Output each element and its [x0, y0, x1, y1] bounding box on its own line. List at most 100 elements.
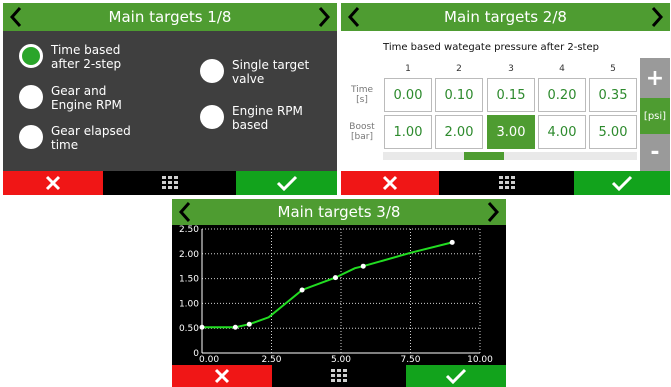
menu-button[interactable] — [272, 365, 406, 387]
column-header: 5 — [610, 64, 616, 74]
table-cell[interactable]: 0.15 — [487, 78, 535, 112]
radio-option-label-line: Single target — [232, 58, 310, 72]
menu-button[interactable] — [439, 171, 574, 195]
radio-unselected-icon — [19, 125, 43, 149]
radio-option-label-line: Engine RPM — [51, 98, 122, 112]
cancel-button[interactable] — [172, 365, 272, 387]
plus-icon: + — [645, 65, 665, 91]
title-bar: Main targets 3/8 — [172, 199, 506, 225]
row-header-line: Time — [350, 85, 374, 95]
x-tick-label: 2.50 — [261, 355, 281, 365]
data-point — [360, 263, 366, 269]
next-page-button[interactable] — [646, 3, 668, 31]
check-icon — [445, 368, 467, 384]
cancel-button[interactable] — [341, 171, 439, 195]
table-cell[interactable]: 4.00 — [538, 115, 586, 149]
horizontal-scrollbar[interactable] — [383, 152, 637, 160]
page-title: Main targets 3/8 — [277, 203, 401, 221]
table-cell[interactable]: 1.00 — [384, 115, 432, 149]
chevron-left-icon — [347, 7, 360, 27]
y-tick-label: 1.50 — [179, 275, 199, 285]
confirm-button[interactable] — [406, 365, 506, 387]
confirm-button[interactable] — [236, 171, 337, 195]
table-cell[interactable]: 5.00 — [589, 115, 637, 149]
screen-main-targets-1: Main targets 1/8 Time based after 2-step G… — [3, 3, 337, 195]
page-title: Main targets 2/8 — [444, 8, 567, 26]
row-header: Boost [bar] — [345, 122, 379, 142]
boost-target-line-chart: 00.501.001.502.002.500.00 2.50 5.00 7.50 10.… — [179, 225, 493, 365]
grid-icon — [498, 176, 515, 189]
decrease-button[interactable]: - — [640, 134, 670, 171]
grid-icon — [331, 369, 347, 382]
column-header: 4 — [559, 64, 565, 74]
scrollbar-thumb[interactable] — [464, 152, 504, 160]
radio-option[interactable]: Single target valve — [200, 58, 309, 86]
radio-unselected-icon — [200, 59, 224, 83]
column-header: 2 — [456, 64, 462, 74]
chevron-right-icon — [487, 202, 500, 222]
radio-option[interactable]: Gear elapsed time — [19, 124, 131, 152]
radio-option-label: Single target valve — [232, 58, 309, 86]
column-header: 1 — [405, 64, 411, 74]
table-cell-selected[interactable]: 3.00 — [487, 115, 535, 149]
radio-option-label-line: after 2-step — [51, 57, 122, 71]
screen-main-targets-3: Main targets 3/8 0 0.50 1.00 1.50 2.00 2.50 0.… — [172, 199, 506, 387]
data-point — [246, 321, 252, 327]
menu-button[interactable] — [103, 171, 236, 195]
radio-option-label-line: based — [232, 118, 269, 132]
y-tick-label: 2.50 — [179, 225, 199, 235]
increase-button[interactable]: + — [640, 58, 670, 98]
chart-area: 0 0.50 1.00 1.50 2.00 2.50 0.00 2.50 5.00 7.50 10.… — [172, 225, 506, 365]
table-cell[interactable]: 0.35 — [589, 78, 637, 112]
prev-page-button[interactable] — [174, 199, 196, 225]
chevron-left-icon — [9, 7, 22, 27]
next-page-button[interactable] — [482, 199, 504, 225]
radio-selected-icon — [19, 44, 43, 68]
chevron-right-icon — [318, 7, 331, 27]
x-tick-label: 10.00 — [467, 355, 493, 365]
footer-bar — [3, 171, 337, 195]
data-point — [199, 324, 205, 330]
footer-bar — [172, 365, 506, 387]
column-header: 3 — [508, 64, 514, 74]
radio-option-label-line: time — [51, 138, 79, 152]
table-title: Time based wategate pressure after 2-ste… — [383, 42, 599, 53]
radio-option[interactable]: Gear and Engine RPM — [19, 84, 122, 112]
grid-icon — [161, 176, 178, 189]
prev-page-button[interactable] — [5, 3, 27, 31]
row-header-line: [s] — [356, 95, 368, 105]
data-point — [299, 287, 305, 293]
x-tick-label: 0.00 — [199, 355, 219, 365]
radio-unselected-icon — [19, 85, 43, 109]
radio-option-label-line: Time based — [51, 43, 121, 57]
confirm-button[interactable] — [574, 171, 670, 195]
next-page-button[interactable] — [313, 3, 335, 31]
chevron-right-icon — [651, 7, 664, 27]
unit-toggle-button[interactable]: [psi] — [640, 98, 670, 134]
table-cell[interactable]: 2.00 — [435, 115, 483, 149]
radio-option[interactable]: Time based after 2-step — [19, 43, 122, 71]
row-header-line: [bar] — [351, 132, 373, 142]
check-icon — [276, 175, 297, 191]
data-point — [449, 239, 455, 245]
radio-option-label-line: valve — [232, 72, 265, 86]
radio-option-label: Gear and Engine RPM — [51, 84, 122, 112]
radio-option-label-line: Gear elapsed — [51, 124, 131, 138]
cancel-button[interactable] — [3, 171, 103, 195]
radio-option-label: Engine RPM based — [232, 104, 303, 132]
unit-label: [psi] — [643, 110, 667, 122]
radio-option[interactable]: Engine RPM based — [200, 104, 303, 132]
table-cell[interactable]: 0.20 — [538, 78, 586, 112]
row-header-line: Boost — [349, 122, 375, 132]
prev-page-button[interactable] — [343, 3, 365, 31]
minus-icon: - — [650, 140, 660, 165]
radio-unselected-icon — [200, 105, 224, 129]
footer-bar — [341, 171, 670, 195]
page-title: Main targets 1/8 — [108, 8, 232, 26]
close-icon — [382, 175, 398, 191]
check-icon — [611, 175, 633, 191]
table-cell[interactable]: 0.10 — [435, 78, 483, 112]
radio-option-label-line: Gear and — [51, 84, 107, 98]
table-panel: Time based wategate pressure after 2-ste… — [341, 31, 670, 171]
table-cell[interactable]: 0.00 — [384, 78, 432, 112]
